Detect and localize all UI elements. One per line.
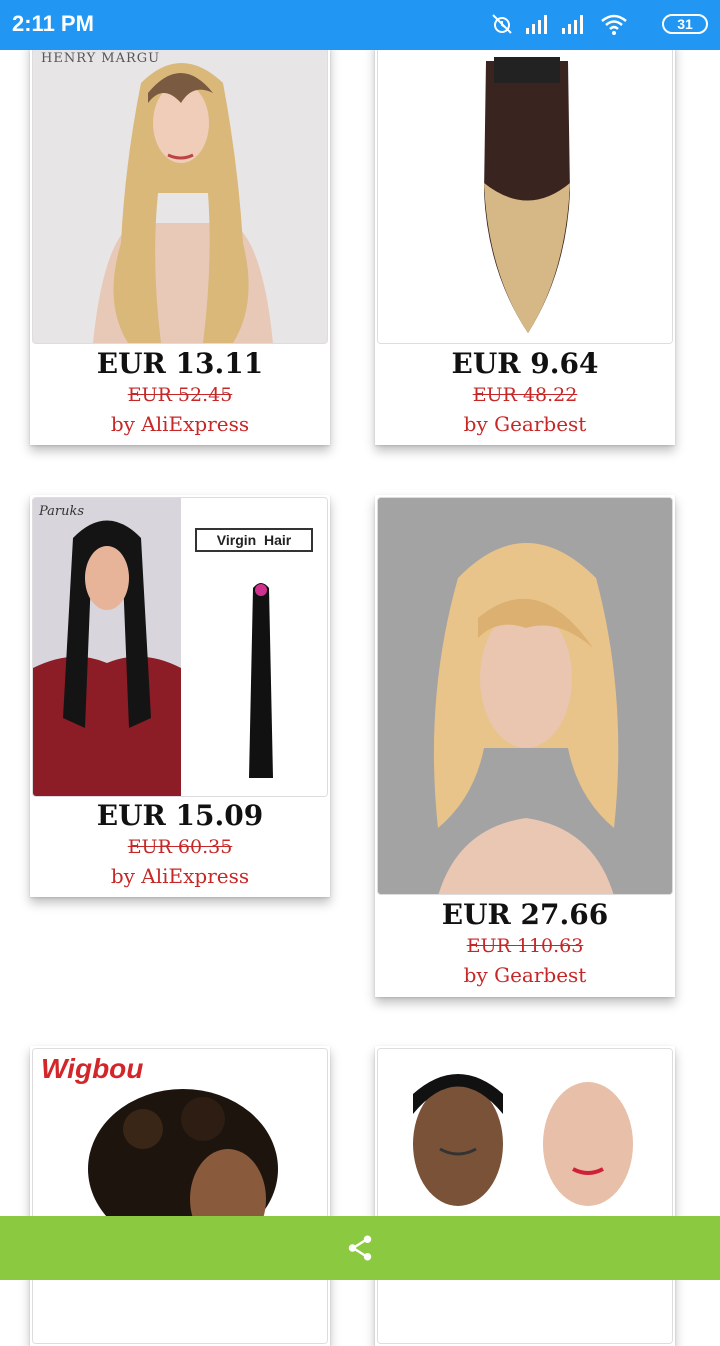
product-photo bbox=[378, 43, 672, 343]
product-photo bbox=[378, 1049, 672, 1343]
original-price: EUR 52.45 bbox=[127, 384, 233, 406]
seller-link[interactable]: by Gearbest bbox=[375, 960, 675, 990]
product-price: EUR 9.64 bbox=[451, 347, 599, 380]
product-image[interactable] bbox=[377, 497, 673, 895]
product-image[interactable]: HENRY MARGU bbox=[32, 42, 328, 344]
original-price: EUR 48.22 bbox=[472, 384, 578, 406]
product-image[interactable]: Wigbou bbox=[32, 1048, 328, 1344]
product-label: Virgin Hair bbox=[195, 528, 313, 552]
product-image[interactable] bbox=[377, 42, 673, 344]
original-price: EUR 60.35 bbox=[127, 836, 233, 858]
product-image[interactable]: Paruks Virgin Hair bbox=[32, 497, 328, 797]
brand-watermark: HENRY MARGU bbox=[41, 51, 161, 66]
product-photo bbox=[378, 498, 672, 894]
product-card[interactable]: HENRY MARGU EUR 13.11 EUR 52.45 by AliEx… bbox=[30, 40, 330, 445]
brand-watermark: Paruks bbox=[39, 504, 85, 519]
product-photo bbox=[33, 1049, 327, 1343]
wifi-icon bbox=[601, 14, 627, 35]
product-card[interactable]: Paruks Virgin Hair EUR 15.09 EUR 60.35 b… bbox=[30, 495, 330, 897]
product-photo bbox=[33, 43, 327, 343]
share-icon[interactable] bbox=[345, 1233, 375, 1263]
status-bar: 2:11 PM 31 bbox=[0, 0, 720, 50]
product-card[interactable]: EUR 27.66 EUR 110.63 by Gearbest bbox=[375, 495, 675, 997]
status-time: 2:11 PM bbox=[12, 11, 94, 36]
product-card[interactable]: EUR 9.64 EUR 48.22 by Gearbest bbox=[375, 40, 675, 445]
seller-link[interactable]: by AliExpress bbox=[30, 861, 330, 891]
original-price: EUR 110.63 bbox=[466, 935, 584, 957]
signal-icon bbox=[562, 15, 583, 34]
product-image[interactable] bbox=[377, 1048, 673, 1344]
bottom-bar bbox=[0, 1216, 720, 1280]
product-price: EUR 27.66 bbox=[441, 898, 609, 931]
alarm-off-icon bbox=[492, 14, 512, 34]
seller-link[interactable]: by AliExpress bbox=[30, 409, 330, 439]
product-card[interactable]: Wigbou bbox=[30, 1046, 330, 1346]
product-price: EUR 15.09 bbox=[96, 799, 264, 832]
seller-link[interactable]: by Gearbest bbox=[375, 409, 675, 439]
status-icons: 31 bbox=[488, 12, 708, 38]
brand-logo: Wigbou bbox=[41, 1053, 144, 1084]
battery-icon: 31 bbox=[662, 14, 708, 34]
signal-icon bbox=[526, 15, 547, 34]
product-price: EUR 13.11 bbox=[96, 347, 264, 380]
product-card[interactable] bbox=[375, 1046, 675, 1346]
